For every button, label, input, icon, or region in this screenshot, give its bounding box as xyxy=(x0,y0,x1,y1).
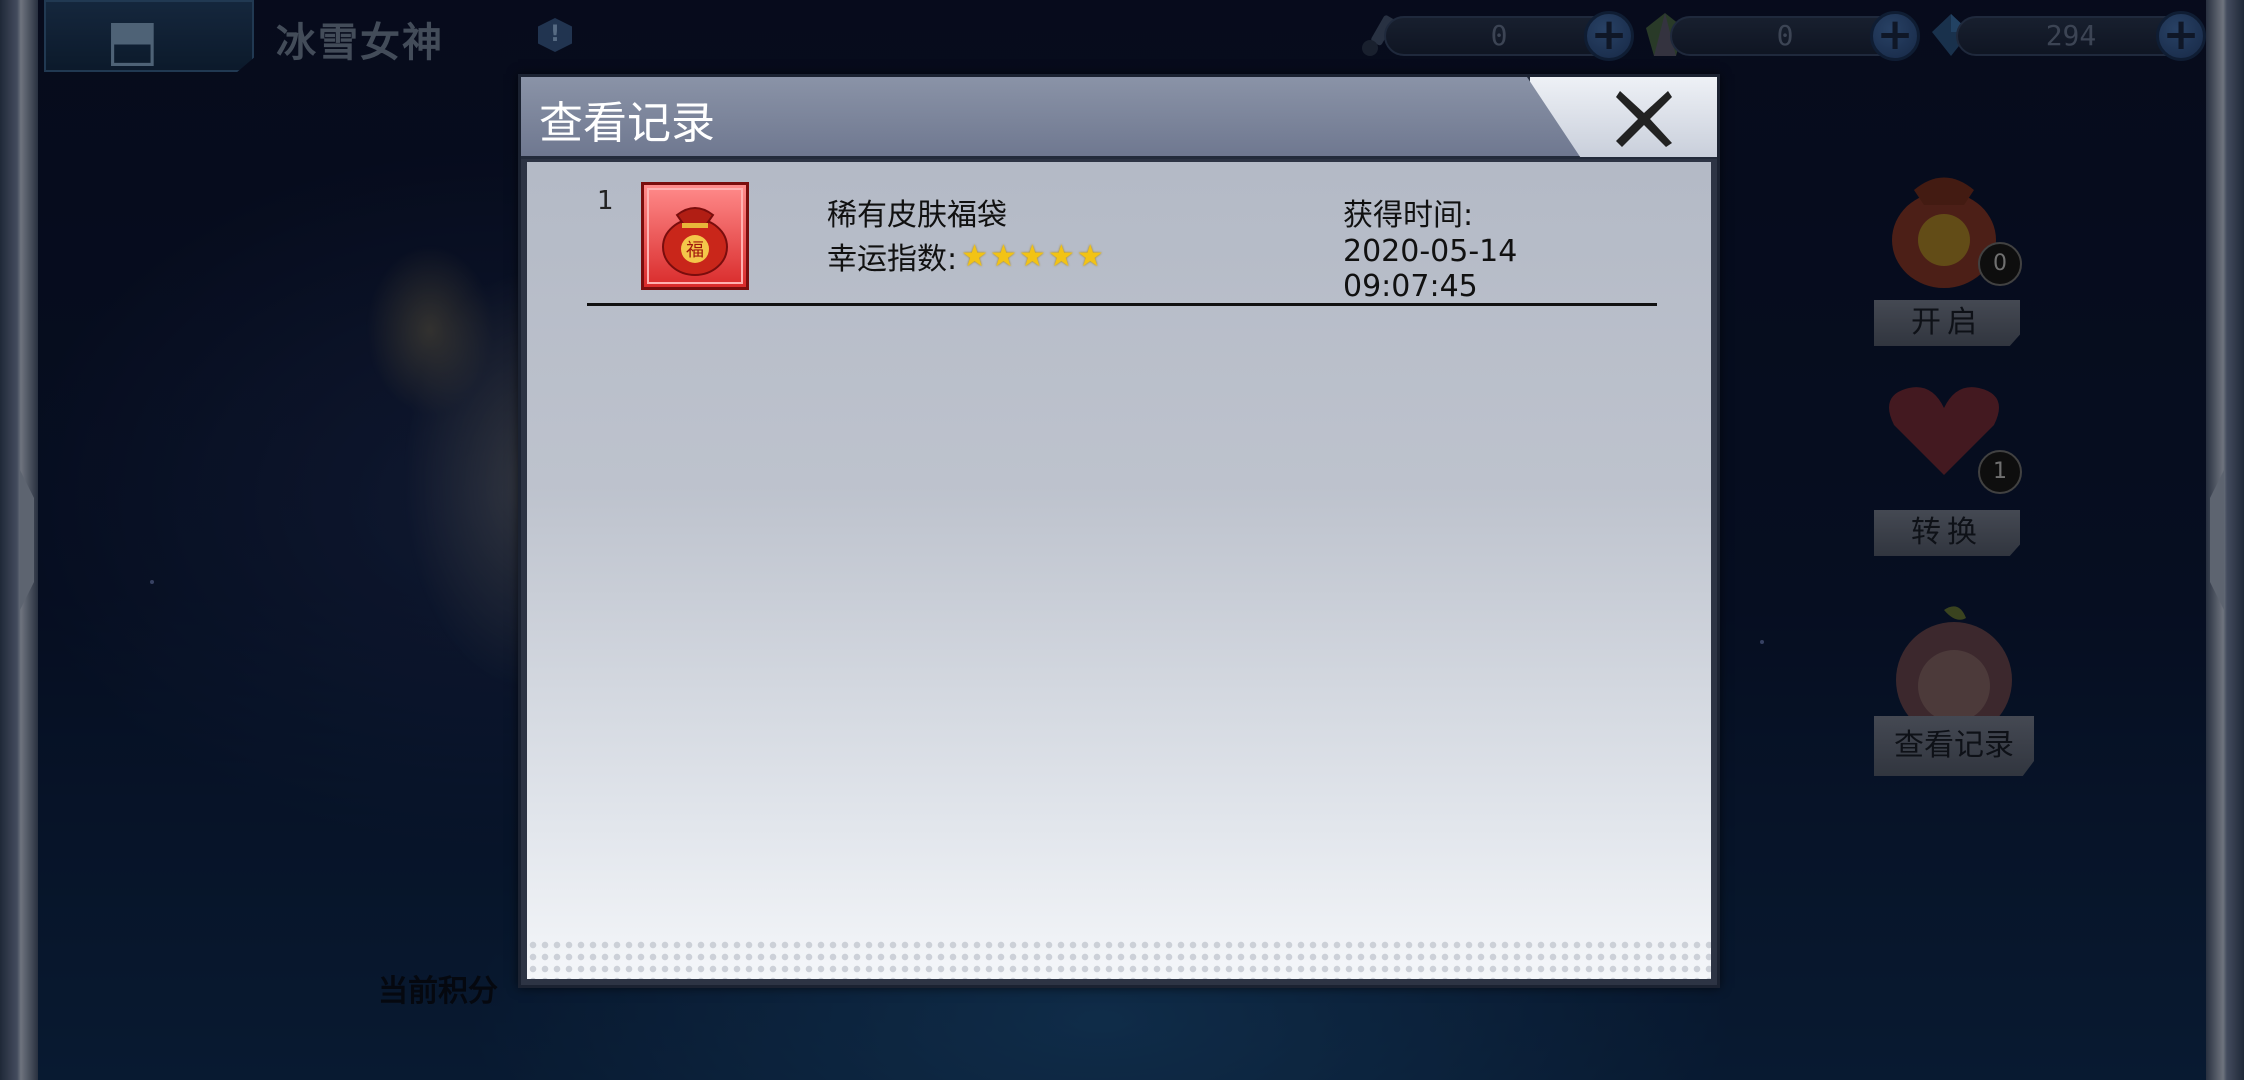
lucky-bag-icon: 福 xyxy=(662,207,728,276)
obtained-time-value: 2020-05-14 09:07:45 xyxy=(1343,234,1518,304)
star-icon: ★ xyxy=(990,238,1017,274)
star-icon: ★ xyxy=(961,238,989,274)
lucky-bag-thumbnail: 福 xyxy=(641,182,749,290)
star-icon: ★ xyxy=(1076,238,1104,274)
luck-index: 幸运指数: ★ ★ ★ ★ ★ xyxy=(827,234,1104,278)
luck-stars: ★ ★ ★ ★ ★ xyxy=(961,239,1104,274)
luck-label: 幸运指数: xyxy=(827,242,958,277)
record-index: 1 xyxy=(597,186,614,216)
record-row: 1 福 稀有皮肤福袋 幸运指数: ★ ★ ★ ★ ★ 获得时间: 2020-05… xyxy=(587,182,1657,306)
obtained-time-label: 获得时间: xyxy=(1343,198,1474,233)
close-icon xyxy=(1616,91,1672,147)
svg-text:福: 福 xyxy=(686,240,704,261)
dialog-title: 查看记录 xyxy=(539,98,715,149)
star-icon: ★ xyxy=(1018,238,1046,274)
close-button[interactable] xyxy=(1527,77,1717,157)
item-name: 稀有皮肤福袋 xyxy=(827,198,1007,233)
records-dialog: 查看记录 1 福 稀有皮肤福袋 幸运指数: ★ ★ ★ ★ ★ 获得时间: 20… xyxy=(518,74,1720,988)
game-screen: ⬒ 冰雪女神 ! 0 + 0 + 294 + 0 开启 1 转换 查看记录 当前… xyxy=(0,0,2244,1080)
records-list: 1 福 稀有皮肤福袋 幸运指数: ★ ★ ★ ★ ★ 获得时间: 2020-05… xyxy=(527,162,1711,979)
dialog-header: 查看记录 xyxy=(521,77,1717,159)
star-icon: ★ xyxy=(1047,238,1075,274)
